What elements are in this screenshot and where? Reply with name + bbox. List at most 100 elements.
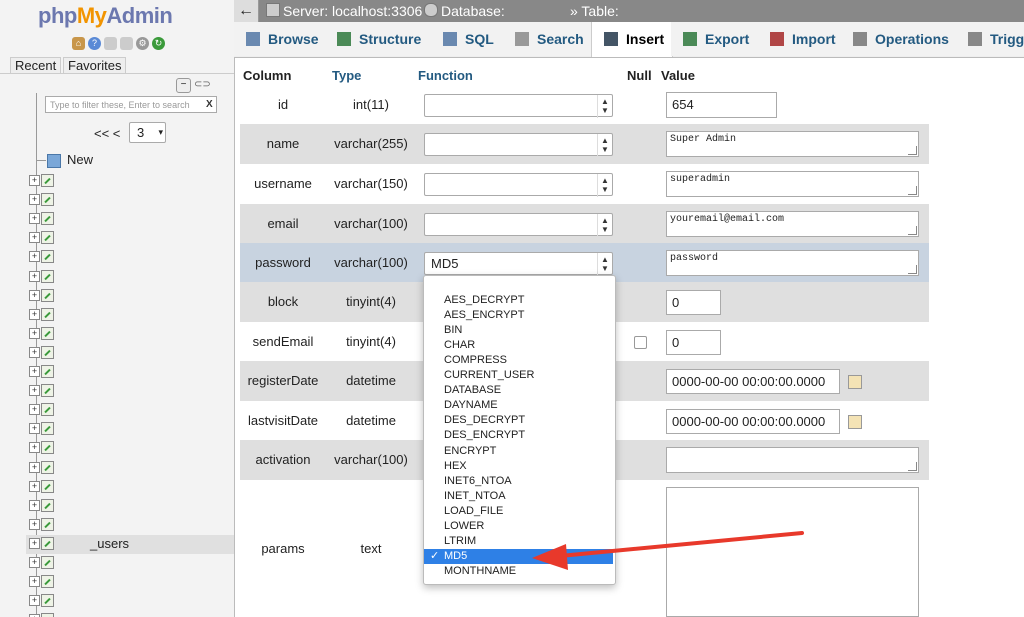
function-option[interactable]: DES_DECRYPT [424, 413, 613, 428]
link-with-main-icon[interactable]: ⊂⊃ [194, 79, 211, 90]
function-option[interactable]: LOAD_FILE [424, 504, 613, 519]
tree-table-label[interactable]: _users [90, 536, 129, 551]
function-option[interactable]: ENCRYPT [424, 444, 613, 459]
expand-icon[interactable]: + [29, 557, 40, 568]
home-icon[interactable]: ⌂ [72, 37, 85, 50]
function-option[interactable]: LTRIM [424, 534, 613, 549]
function-option[interactable]: INET6_NTOA [424, 474, 613, 489]
function-select[interactable]: ▲ ▼ [424, 133, 613, 157]
tree-table-item[interactable]: + [26, 191, 234, 210]
tree-table-item[interactable]: + [26, 344, 234, 363]
tree-table-item[interactable]: + [26, 210, 234, 229]
tab-operations[interactable]: Operations [841, 22, 957, 56]
expand-icon[interactable]: + [29, 271, 40, 282]
value-input[interactable] [666, 447, 919, 473]
tree-table-item[interactable]: + [26, 382, 234, 401]
function-option[interactable]: DATABASE [424, 383, 613, 398]
breadcrumb-database[interactable]: Database: [424, 3, 505, 19]
new-table-icon[interactable] [47, 154, 61, 168]
value-input[interactable]: 654 [666, 92, 777, 118]
function-option[interactable]: DES_ENCRYPT [424, 428, 613, 443]
tab-import[interactable]: Import [758, 22, 842, 56]
calendar-icon[interactable] [848, 375, 862, 389]
tree-table-item[interactable]: + [26, 459, 234, 478]
expand-icon[interactable]: + [29, 290, 40, 301]
tree-table-item[interactable]: + [26, 497, 234, 516]
tree-table-item[interactable]: + [26, 478, 234, 497]
function-option[interactable]: LOWER [424, 519, 613, 534]
favorites-tab[interactable]: Favorites [63, 57, 127, 74]
docs-icon[interactable] [104, 37, 117, 50]
tree-table-item[interactable]: + [26, 268, 234, 287]
tree-table-item[interactable]: + [26, 592, 234, 611]
expand-icon[interactable]: + [29, 194, 40, 205]
tree-table-item[interactable]: + [26, 554, 234, 573]
function-option[interactable]: CURRENT_USER [424, 368, 613, 383]
value-input[interactable]: superadmin [666, 171, 919, 197]
tree-table-item[interactable]: + [26, 325, 234, 344]
expand-icon[interactable]: + [29, 595, 40, 606]
resize-grip-icon[interactable] [908, 226, 917, 235]
expand-icon[interactable]: + [29, 481, 40, 492]
tab-trigg[interactable]: Trigg [956, 22, 1024, 56]
reload-icon[interactable]: ↻ [152, 37, 165, 50]
tab-sql[interactable]: SQL [431, 22, 504, 56]
function-option[interactable]: MONTHNAME [424, 564, 613, 579]
expand-icon[interactable]: + [29, 213, 40, 224]
tab-structure[interactable]: Structure [325, 22, 432, 56]
resize-grip-icon[interactable] [908, 186, 917, 195]
tree-table-item[interactable]: + [26, 611, 234, 617]
recent-tab[interactable]: Recent [10, 57, 62, 74]
page-select[interactable]: 3 ▾ [129, 122, 166, 143]
value-input[interactable]: youremail@email.com [666, 211, 919, 237]
expand-icon[interactable]: + [29, 500, 40, 511]
tab-search[interactable]: Search [503, 22, 592, 56]
value-input[interactable]: password [666, 250, 919, 276]
expand-icon[interactable]: + [29, 366, 40, 377]
function-option[interactable]: ✓ MD5 [424, 548, 613, 564]
tree-table-item[interactable]: + [26, 306, 234, 325]
copy-icon[interactable] [120, 37, 133, 50]
tree-table-item[interactable]: + _users [26, 535, 234, 554]
tree-table-item[interactable]: + [26, 516, 234, 535]
expand-icon[interactable]: + [29, 385, 40, 396]
tree-table-item[interactable]: + [26, 573, 234, 592]
expand-icon[interactable]: + [29, 232, 40, 243]
function-option[interactable]: DAYNAME [424, 398, 613, 413]
expand-icon[interactable]: + [29, 251, 40, 262]
collapse-all-icon[interactable]: − [176, 78, 191, 93]
tree-table-item[interactable]: + [26, 287, 234, 306]
expand-icon[interactable]: + [29, 423, 40, 434]
value-input[interactable]: 0000-00-00 00:00:00.0000 [666, 409, 840, 434]
value-input[interactable]: 0000-00-00 00:00:00.0000 [666, 369, 840, 394]
function-select[interactable]: ▲ ▼ [424, 173, 613, 197]
pager-prev-button[interactable]: << < [94, 126, 120, 141]
function-option[interactable]: CHAR [424, 338, 613, 353]
function-option[interactable]: AES_DECRYPT [424, 293, 613, 308]
tree-table-item[interactable]: + [26, 248, 234, 267]
resize-grip-icon[interactable] [908, 146, 917, 155]
function-dropdown-list[interactable]: AES_DECRYPT AES_ENCRYPT BIN CHAR COMPRESS CUR… [423, 275, 616, 585]
resize-grip-icon[interactable] [908, 265, 917, 274]
value-input[interactable]: Super Admin [666, 131, 919, 157]
help-icon[interactable]: ? [88, 37, 101, 50]
expand-icon[interactable]: + [29, 175, 40, 186]
function-option[interactable]: AES_ENCRYPT [424, 308, 613, 323]
expand-icon[interactable]: + [29, 309, 40, 320]
expand-icon[interactable]: + [29, 576, 40, 587]
tab-export[interactable]: Export [671, 22, 759, 56]
function-select[interactable]: MD5 ▲ ▼ [424, 252, 613, 276]
phpmyadmin-logo[interactable]: phpMyAdmin [38, 3, 173, 29]
clear-filter-icon[interactable]: X [206, 99, 213, 110]
expand-icon[interactable]: + [29, 347, 40, 358]
expand-icon[interactable]: + [29, 404, 40, 415]
breadcrumb-table[interactable]: » Table: [570, 3, 619, 19]
tab-insert[interactable]: Insert [591, 22, 673, 57]
tree-table-item[interactable]: + [26, 420, 234, 439]
tree-table-item[interactable]: + [26, 401, 234, 420]
tree-table-item[interactable]: + [26, 363, 234, 382]
expand-icon[interactable]: + [29, 328, 40, 339]
function-select[interactable]: ▲ ▼ [424, 213, 613, 237]
null-checkbox[interactable] [634, 336, 647, 349]
tree-table-item[interactable]: + [26, 229, 234, 248]
